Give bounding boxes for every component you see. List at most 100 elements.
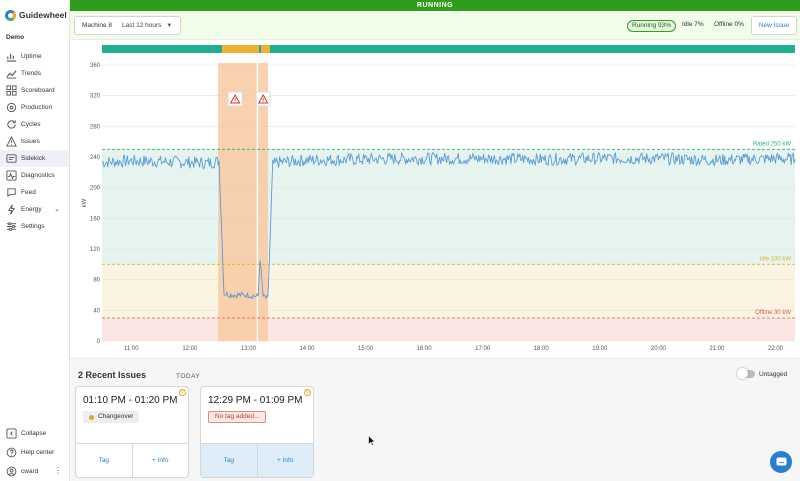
band-offline: [102, 318, 795, 341]
info-button[interactable]: + Info: [131, 444, 189, 477]
sidebar-item-cycles[interactable]: Cycles: [0, 116, 69, 133]
diagnostics-icon: [6, 170, 17, 181]
sidebar-item-energy[interactable]: Energy ⌄: [0, 201, 69, 218]
untagged-toggle[interactable]: Untagged: [737, 368, 788, 379]
issue-card[interactable]: ↻ 12:29 PM - 01:09 PM No tag added... Ta…: [200, 386, 314, 478]
threshold-label: Idle 100 kW: [759, 256, 791, 262]
power-chart: 0 40 80 120 160 200 240 280 320 360 11:00 12:00 13:0…: [70, 53, 800, 358]
y-tick-label: 160: [90, 216, 101, 222]
x-tick-label: 11:00: [124, 346, 139, 352]
sidebar-item-label: Diagnostics: [21, 172, 55, 179]
sidebar-item-sidekick[interactable]: Sidekick: [0, 150, 69, 167]
sidebar-nav: Uptime Trends Scoreboard Production Cycl…: [0, 48, 69, 235]
x-tick-label: 18:00: [534, 346, 550, 352]
x-tick-label: 21:00: [709, 346, 725, 352]
machine-name: Machine 8: [82, 22, 112, 29]
sidebar-item-production[interactable]: Production: [0, 99, 69, 116]
sidebar-item-feed[interactable]: Feed: [0, 184, 69, 201]
org-name: Demo: [6, 34, 25, 41]
sidebar-item-label: Uptime: [21, 53, 42, 60]
issue-tag-chip[interactable]: No tag added...: [208, 411, 267, 423]
offline-percent: Offline 0%: [714, 21, 744, 28]
energy-icon: [6, 204, 17, 215]
avatar-icon: [6, 466, 17, 477]
collapse-icon: [6, 428, 17, 439]
timeline-idle-segment[interactable]: [261, 45, 270, 53]
user-name: cward: [21, 468, 39, 475]
toggle-switch[interactable]: [737, 368, 755, 379]
x-tick-label: 12:00: [182, 346, 198, 352]
tag-button[interactable]: Tag: [201, 444, 257, 477]
y-tick-label: 360: [90, 63, 101, 69]
issue-actions: Tag + Info: [201, 443, 313, 477]
y-axis-label: kW: [82, 198, 88, 207]
y-tick-label: 200: [90, 186, 101, 192]
brand-name: Guidewheel: [19, 10, 67, 20]
settings-icon: [6, 221, 17, 232]
sidebar: Guidewheel Demo Uptime Trends Scoreboard…: [0, 0, 70, 481]
sidebar-item-scoreboard[interactable]: Scoreboard: [0, 82, 69, 99]
trends-icon: [6, 68, 17, 79]
sidebar-item-settings[interactable]: Settings: [0, 218, 69, 235]
x-tick-label: 20:00: [651, 346, 667, 352]
untagged-label: Untagged: [759, 370, 788, 378]
collapse-label: Collapse: [21, 430, 47, 437]
tag-button[interactable]: Tag: [76, 444, 132, 477]
issue-card[interactable]: ↻ 01:10 PM - 01:20 PM Changeover Tag + I…: [75, 386, 189, 478]
sidebar-item-diagnostics[interactable]: Diagnostics: [0, 167, 69, 184]
issue-time: 12:29 PM - 01:09 PM: [208, 395, 303, 406]
user-menu[interactable]: cward ⋮: [0, 462, 70, 481]
status-timeline[interactable]: [102, 45, 795, 53]
band-idle: [102, 264, 795, 318]
sidebar-item-label: Energy: [21, 206, 42, 213]
power-chart-svg: 0 40 80 120 160 200 240 280 320 360 11:00 12:00 13:0…: [82, 63, 796, 352]
machine-status-banner: RUNNING: [70, 0, 800, 11]
sidebar-item-label: Cycles: [21, 121, 41, 128]
sidebar-item-issues[interactable]: Issues: [0, 133, 69, 150]
threshold-label: Offline 30 kW: [755, 310, 791, 316]
toolbar: Machine 8 Last 12 hours ▼ Running 93% Id…: [70, 11, 800, 40]
collapse-button[interactable]: Collapse: [0, 424, 70, 443]
new-issue-button[interactable]: New Issue: [751, 16, 797, 35]
brand[interactable]: Guidewheel: [0, 0, 69, 30]
sidebar-item-label: Trends: [21, 70, 41, 77]
toggle-knob: [737, 368, 748, 379]
kebab-menu-icon[interactable]: ⋮: [54, 466, 62, 475]
guidewheel-logo-icon: [5, 9, 16, 21]
cycles-icon: [6, 119, 17, 130]
y-tick-label: 280: [90, 124, 101, 130]
tag-color-dot: [89, 414, 94, 420]
issue-status-icon: ↻: [304, 389, 311, 396]
mouse-cursor-icon: [368, 435, 376, 446]
sidebar-item-uptime[interactable]: Uptime: [0, 48, 69, 65]
feed-icon: [6, 187, 17, 198]
time-range: Last 12 hours: [122, 22, 162, 29]
sidebar-item-label: Settings: [21, 223, 45, 230]
sidebar-bottom: Collapse Help center cward ⋮: [0, 424, 70, 481]
issue-tag-chip[interactable]: Changeover: [83, 411, 140, 423]
x-tick-label: 22:00: [768, 346, 784, 352]
y-tick-label: 240: [90, 155, 101, 161]
idle-percent: Idle 7%: [682, 21, 704, 28]
help-icon: [6, 447, 17, 458]
chevron-down-icon[interactable]: ⌄: [54, 205, 60, 213]
x-tick-label: 14:00: [299, 346, 315, 352]
y-tick-label: 320: [90, 94, 101, 100]
chat-icon: [776, 457, 786, 466]
sidebar-item-trends[interactable]: Trends: [0, 65, 69, 82]
help-center-label: Help center: [21, 449, 55, 456]
production-icon: [6, 102, 17, 113]
chat-button[interactable]: [770, 451, 792, 473]
sidebar-item-label: Production: [21, 104, 53, 111]
x-tick-label: 15:00: [358, 346, 374, 352]
sidebar-item-label: Sidekick: [21, 155, 46, 162]
y-tick-label: 120: [90, 247, 101, 253]
y-tick-label: 80: [93, 278, 100, 284]
info-button[interactable]: + Info: [256, 444, 314, 477]
help-center-link[interactable]: Help center: [0, 443, 70, 462]
issues-panel: 2 Recent Issues TODAY Untagged ↻ 01:10 P…: [70, 358, 800, 481]
issue-warning-icon: [227, 91, 243, 107]
machine-range-select[interactable]: Machine 8 Last 12 hours ▼: [74, 16, 181, 35]
timeline-idle-segment[interactable]: [222, 45, 259, 53]
running-percent-badge: Running 93%: [627, 20, 677, 32]
